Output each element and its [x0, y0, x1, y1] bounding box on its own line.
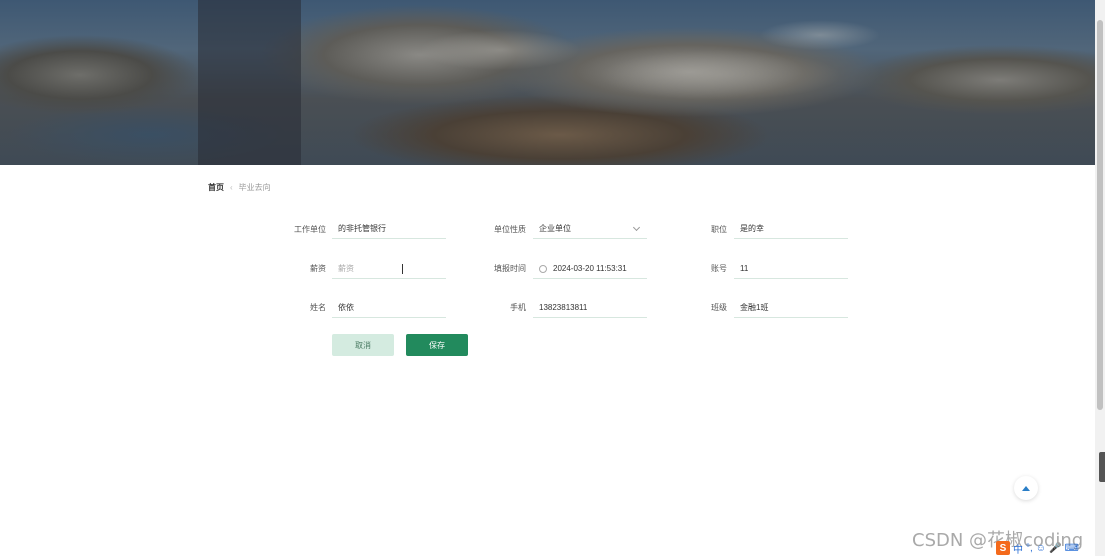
account-value: 11: [740, 264, 749, 273]
ime-emoji-icon[interactable]: ☺: [1036, 543, 1046, 554]
side-tab[interactable]: [1099, 452, 1105, 482]
scrollbar-thumb[interactable]: [1097, 20, 1103, 410]
phone-field[interactable]: 13823813811: [533, 298, 647, 318]
ime-punctuation-mode[interactable]: °,: [1026, 543, 1033, 554]
name-field[interactable]: 依依: [332, 298, 446, 318]
name-label: 姓名: [310, 303, 326, 312]
banner-overlay-strip: [198, 0, 301, 165]
work-unit-label: 工作单位: [294, 225, 326, 234]
name-value: 依依: [338, 303, 354, 312]
salary-label: 薪资: [310, 264, 326, 273]
account-label: 账号: [711, 264, 727, 273]
ime-toolbar: S 中 °, ☺ 🎤 ⌨: [996, 540, 1105, 556]
breadcrumb-current: 毕业去向: [238, 183, 271, 192]
work-unit-field[interactable]: 的非托管银行: [332, 219, 446, 239]
banner-rocks: [300, 20, 940, 120]
account-field[interactable]: 11: [734, 259, 848, 279]
ime-logo-icon[interactable]: S: [996, 541, 1010, 555]
work-unit-value: 的非托管银行: [338, 224, 386, 233]
banner-image: [0, 0, 1095, 165]
ime-mic-icon[interactable]: 🎤: [1049, 543, 1061, 554]
text-cursor-icon: [402, 264, 405, 274]
class-value: 金融1班: [740, 303, 769, 312]
phone-label: 手机: [510, 303, 526, 312]
back-to-top-button[interactable]: [1014, 476, 1038, 500]
fill-time-label: 填报时间: [494, 264, 526, 273]
ime-keyboard-icon[interactable]: ⌨: [1064, 543, 1078, 554]
position-label: 职位: [711, 225, 727, 234]
salary-placeholder: 薪资: [338, 264, 354, 273]
chevron-down-icon: [632, 223, 641, 232]
ime-chinese-mode[interactable]: 中: [1013, 541, 1023, 556]
breadcrumb: 首页 ‹ 毕业去向: [208, 182, 271, 193]
unit-type-label: 单位性质: [494, 225, 526, 234]
class-field[interactable]: 金融1班: [734, 298, 848, 318]
cancel-button[interactable]: 取消: [332, 334, 394, 356]
class-label: 班级: [711, 303, 727, 312]
arrow-up-icon: [1022, 485, 1030, 491]
save-button[interactable]: 保存: [406, 334, 468, 356]
salary-field[interactable]: 薪资: [332, 259, 446, 279]
fill-time-picker[interactable]: 2024-03-20 11:53:31: [533, 259, 647, 279]
unit-type-select[interactable]: 企业单位: [533, 219, 647, 239]
breadcrumb-home[interactable]: 首页: [208, 182, 224, 193]
position-field[interactable]: 是的幸: [734, 219, 848, 239]
clock-icon: [539, 264, 547, 273]
phone-value: 13823813811: [539, 303, 588, 312]
breadcrumb-separator-icon: ‹: [230, 183, 233, 192]
unit-type-value: 企业单位: [539, 224, 571, 233]
fill-time-value: 2024-03-20 11:53:31: [553, 264, 627, 273]
position-value: 是的幸: [740, 224, 764, 233]
